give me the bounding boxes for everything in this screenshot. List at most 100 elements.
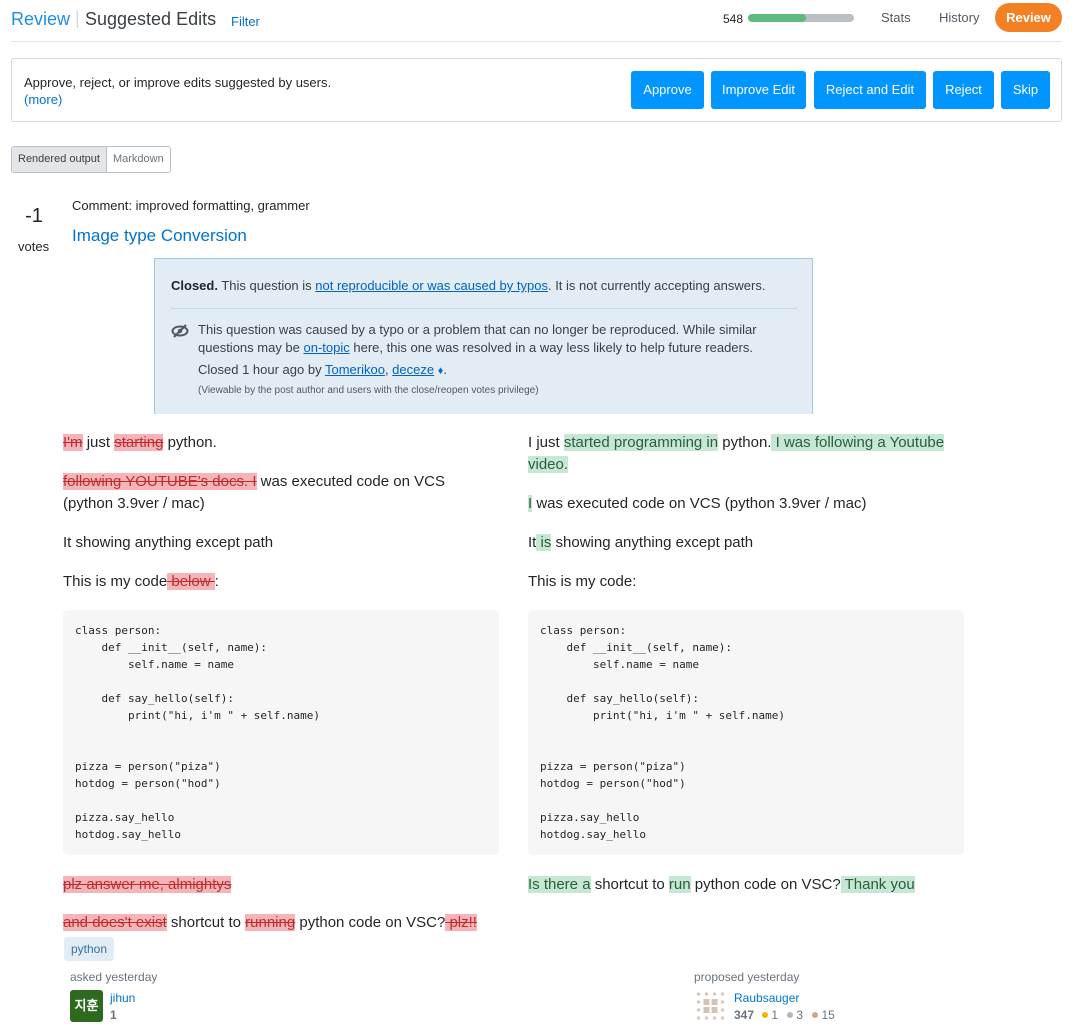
improve-edit-button[interactable]: Improve Edit bbox=[711, 71, 806, 109]
skip-button[interactable]: Skip bbox=[1001, 71, 1050, 109]
silver-badge-icon bbox=[787, 1012, 794, 1019]
more-link[interactable]: (more) bbox=[24, 92, 62, 107]
proposed-time: proposed yesterday bbox=[694, 970, 800, 984]
unchanged-text: was executed code on VCS (python 3.9ver … bbox=[532, 495, 867, 512]
editor-card: proposed yesterday Raubsauger 347 1 3 15 bbox=[694, 970, 894, 1030]
reject-and-edit-button[interactable]: Reject and Edit bbox=[814, 71, 926, 109]
deleted-text: plz answer me, almightys bbox=[63, 876, 232, 893]
unchanged-text: I just bbox=[528, 434, 564, 451]
closed-text-after: . It is not currently accepting answers. bbox=[547, 278, 766, 293]
eye-off-icon bbox=[171, 324, 189, 338]
diff-edited-column: I just started programming in python. I … bbox=[528, 432, 964, 610]
view-toggle: Rendered output Markdown bbox=[11, 146, 171, 173]
breadcrumb-separator: | bbox=[75, 8, 80, 28]
asker-card: asked yesterday 지훈 jihun 1 bbox=[70, 970, 270, 1030]
inserted-text: run bbox=[668, 876, 691, 893]
closed-by-prefix: Closed 1 hour ago by bbox=[198, 362, 325, 377]
diff-paragraph: It showing anything except path bbox=[63, 532, 499, 554]
diff-paragraph: and does't exist shortcut to running pyt… bbox=[63, 912, 499, 934]
unchanged-text: just bbox=[82, 434, 115, 451]
diff-paragraph: I was executed code on VCS (python 3.9ve… bbox=[528, 493, 964, 515]
privilege-note: (Viewable by the post author and users w… bbox=[198, 385, 539, 396]
unchanged-text: This is my code: bbox=[528, 573, 637, 590]
unchanged-text: shortcut to bbox=[166, 914, 246, 931]
inserted-text: started programming in bbox=[563, 434, 719, 451]
diff-paragraph: It is showing anything except path bbox=[528, 532, 964, 554]
close-reason-link[interactable]: not reproducible or was caused by typos bbox=[315, 278, 548, 293]
deleted-text: following YOUTUBE's docs. I bbox=[63, 473, 257, 490]
closed-by-period: . bbox=[443, 362, 447, 377]
bronze-badge-icon bbox=[812, 1012, 819, 1019]
page-title: Suggested Edits bbox=[85, 9, 217, 29]
diff-paragraph: This is my code below : bbox=[63, 571, 499, 593]
diff-paragraph: I just started programming in python. I … bbox=[528, 432, 964, 476]
editor-name-link[interactable]: Raubsauger bbox=[734, 991, 799, 1005]
bronze-badge-count: 15 bbox=[821, 1008, 835, 1022]
on-topic-link[interactable]: on-topic bbox=[304, 340, 350, 355]
unchanged-text: python code on VSC? bbox=[295, 914, 446, 931]
inserted-text: is bbox=[536, 534, 552, 551]
nav-review[interactable]: Review bbox=[995, 3, 1062, 32]
reject-button[interactable]: Reject bbox=[933, 71, 994, 109]
nav-history[interactable]: History bbox=[939, 10, 979, 25]
closed-divider bbox=[171, 308, 797, 309]
inserted-text: Thank you bbox=[840, 876, 915, 893]
code-block-original: class person: def __init__(self, name): … bbox=[63, 610, 499, 855]
queue-progress-fill bbox=[748, 14, 807, 22]
closed-notice: Closed. This question is not reproducibl… bbox=[154, 258, 813, 414]
closed-by: Closed 1 hour ago by Tomerikoo, deceze ♦… bbox=[198, 362, 447, 377]
diff-original-lower: plz answer me, almightys and does't exis… bbox=[63, 874, 499, 950]
vote-count: -1 bbox=[25, 205, 43, 227]
diff-original-column: I'm just starting python. following YOUT… bbox=[63, 432, 499, 610]
panel-description: Approve, reject, or improve edits sugges… bbox=[24, 75, 332, 90]
diff-paragraph: Is there a shortcut to run python code o… bbox=[528, 874, 964, 896]
unchanged-text: python. bbox=[718, 434, 772, 451]
breadcrumb-review-link[interactable]: Review bbox=[11, 9, 70, 30]
avatar[interactable]: 지훈 bbox=[70, 990, 103, 1022]
unchanged-text: shortcut to bbox=[590, 876, 669, 893]
review-header: Review | Suggested Edits Filter 548 Stat… bbox=[11, 0, 1062, 42]
closed-explanation: This question was caused by a typo or a … bbox=[198, 321, 788, 357]
closer-link-2[interactable]: deceze bbox=[392, 362, 434, 377]
queue-count: 548 bbox=[723, 12, 744, 26]
post-title-link[interactable]: Image type Conversion bbox=[72, 226, 247, 246]
unchanged-text: This is my code bbox=[63, 573, 168, 590]
asker-name-link[interactable]: jihun bbox=[110, 991, 135, 1005]
asker-reputation: 1 bbox=[110, 1008, 117, 1022]
approve-button[interactable]: Approve bbox=[631, 71, 704, 109]
unchanged-text: It showing anything except path bbox=[63, 534, 274, 551]
diff-paragraph: following YOUTUBE's docs. I was executed… bbox=[63, 471, 499, 515]
diff-paragraph: I'm just starting python. bbox=[63, 432, 499, 454]
asked-time: asked yesterday bbox=[70, 970, 158, 984]
silver-badge-count: 3 bbox=[796, 1008, 804, 1022]
closed-text: This question is bbox=[217, 278, 316, 293]
diff-edited-lower: Is there a shortcut to run python code o… bbox=[528, 874, 964, 912]
editor-reputation-badges: 347 1 3 15 bbox=[734, 1008, 841, 1022]
edit-comment: Comment: improved formatting, grammer bbox=[72, 198, 310, 213]
inserted-text: Is there a bbox=[528, 876, 591, 893]
closed-body-text-after: here, this one was resolved in a way les… bbox=[349, 340, 753, 355]
rendered-output-tab[interactable]: Rendered output bbox=[12, 147, 107, 172]
deleted-text: below bbox=[167, 573, 215, 590]
identicon-avatar[interactable] bbox=[694, 990, 727, 1022]
code-block-edited: class person: def __init__(self, name): … bbox=[528, 610, 964, 855]
review-action-panel: Approve, reject, or improve edits sugges… bbox=[11, 58, 1062, 122]
tag-python[interactable]: python bbox=[64, 937, 115, 961]
unchanged-text: : bbox=[214, 573, 219, 590]
unchanged-text: python. bbox=[163, 434, 217, 451]
closed-summary: Closed. This question is not reproducibl… bbox=[171, 278, 765, 293]
unchanged-text: python code on VSC? bbox=[690, 876, 841, 893]
markdown-tab[interactable]: Markdown bbox=[106, 147, 170, 172]
closer-link-1[interactable]: Tomerikoo bbox=[325, 362, 385, 377]
diff-paragraph: This is my code: bbox=[528, 571, 964, 593]
deleted-text: plz!! bbox=[445, 914, 477, 931]
gold-badge-count: 1 bbox=[771, 1008, 779, 1022]
votes-label: votes bbox=[18, 239, 50, 254]
diff-paragraph: plz answer me, almightys bbox=[63, 874, 499, 896]
filter-link[interactable]: Filter bbox=[231, 14, 260, 29]
nav-stats[interactable]: Stats bbox=[881, 10, 911, 25]
deleted-text: and does't exist bbox=[63, 914, 167, 931]
deleted-text: starting bbox=[114, 434, 164, 451]
deleted-text: running bbox=[245, 914, 296, 931]
gold-badge-icon bbox=[762, 1012, 769, 1019]
